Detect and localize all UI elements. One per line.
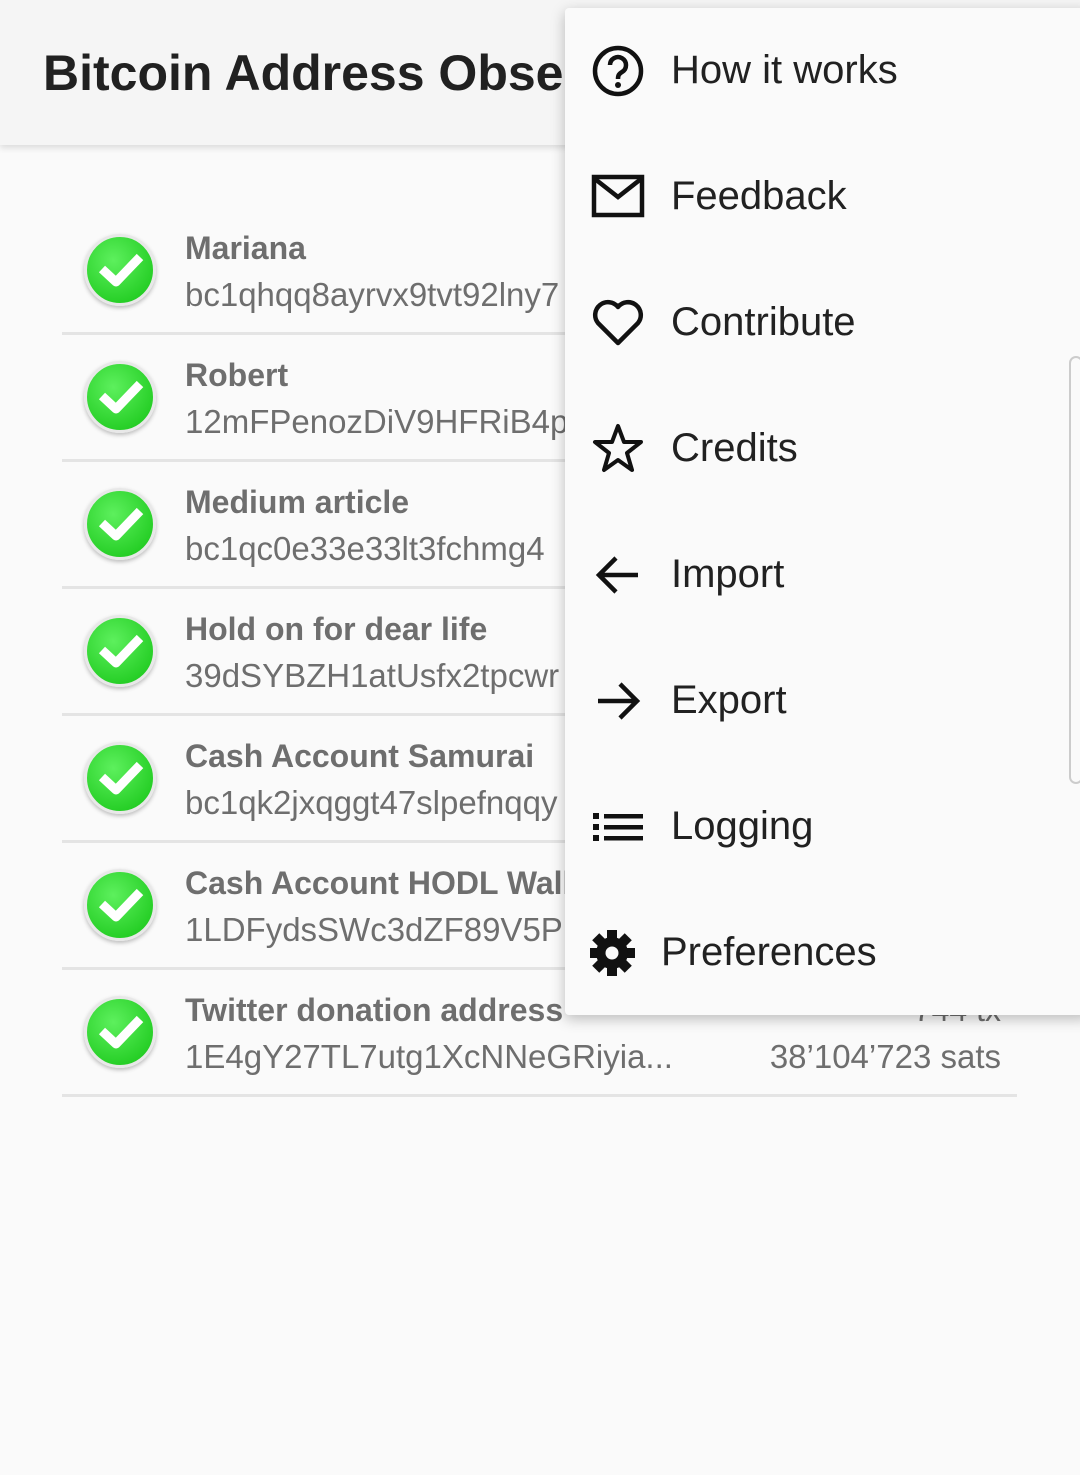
arrow-right-icon	[590, 673, 646, 729]
address-name: Twitter donation address	[185, 992, 564, 1028]
menu-item-label: Export	[671, 678, 787, 722]
overflow-menu: How it works Feedback Contribute Credits Imp…	[565, 8, 1080, 1015]
menu-item-feedback[interactable]: Feedback	[565, 134, 1080, 260]
menu-item-label: Import	[671, 552, 785, 596]
address-name: Medium article	[185, 484, 410, 520]
star-icon	[590, 421, 646, 477]
menu-item-preferences[interactable]: Preferences	[565, 890, 1080, 1016]
menu-item-label: How it works	[671, 48, 898, 92]
menu-item-credits[interactable]: Credits	[565, 386, 1080, 512]
gear-icon	[589, 925, 646, 981]
heart-icon	[590, 295, 646, 351]
balance: 38’104’723 sats	[769, 1038, 1001, 1075]
address-value: bc1qhqq8ayrvx9tvt92lny7	[185, 276, 560, 313]
menu-item-how-it-works[interactable]: How it works	[565, 8, 1080, 134]
menu-item-import[interactable]: Import	[565, 512, 1080, 638]
menu-item-export[interactable]: Export	[565, 638, 1080, 764]
address-name: Cash Account HODL Wallet	[185, 865, 600, 901]
address-name: Robert	[185, 357, 289, 393]
list-icon	[590, 799, 646, 855]
check-icon	[84, 742, 156, 814]
check-icon	[84, 361, 156, 433]
address-value: 39dSYBZH1atUsfx2tpcwr	[185, 657, 560, 694]
check-icon	[84, 615, 156, 687]
address-name: Hold on for dear life	[185, 611, 488, 647]
help-circle-icon	[590, 43, 646, 99]
address-value: 1E4gY27TL7utg1XcNNeGRiyia...	[185, 1038, 673, 1075]
check-icon	[84, 488, 156, 560]
address-value: bc1qk2jxqggt47slpefnqqy	[185, 784, 558, 821]
address-value: bc1qc0e33e33lt3fchmg4	[185, 530, 545, 567]
address-value: 1LDFydsSWc3dZF89V5PI	[185, 911, 572, 948]
arrow-left-icon	[590, 547, 646, 603]
menu-item-logging[interactable]: Logging	[565, 764, 1080, 890]
envelope-icon	[590, 169, 646, 225]
menu-item-contribute[interactable]: Contribute	[565, 260, 1080, 386]
check-icon	[84, 996, 156, 1068]
address-name: Cash Account Samurai	[185, 738, 535, 774]
menu-item-label: Preferences	[661, 930, 877, 974]
menu-item-label: Credits	[671, 426, 798, 470]
address-name: Mariana	[185, 230, 306, 266]
address-value: 12mFPenozDiV9HFRiB4p	[185, 403, 569, 440]
check-icon	[84, 234, 156, 306]
menu-item-label: Contribute	[671, 300, 856, 344]
scrollbar[interactable]	[1069, 356, 1080, 784]
check-icon	[84, 869, 156, 941]
menu-item-label: Logging	[671, 804, 814, 848]
menu-item-label: Feedback	[671, 174, 847, 218]
